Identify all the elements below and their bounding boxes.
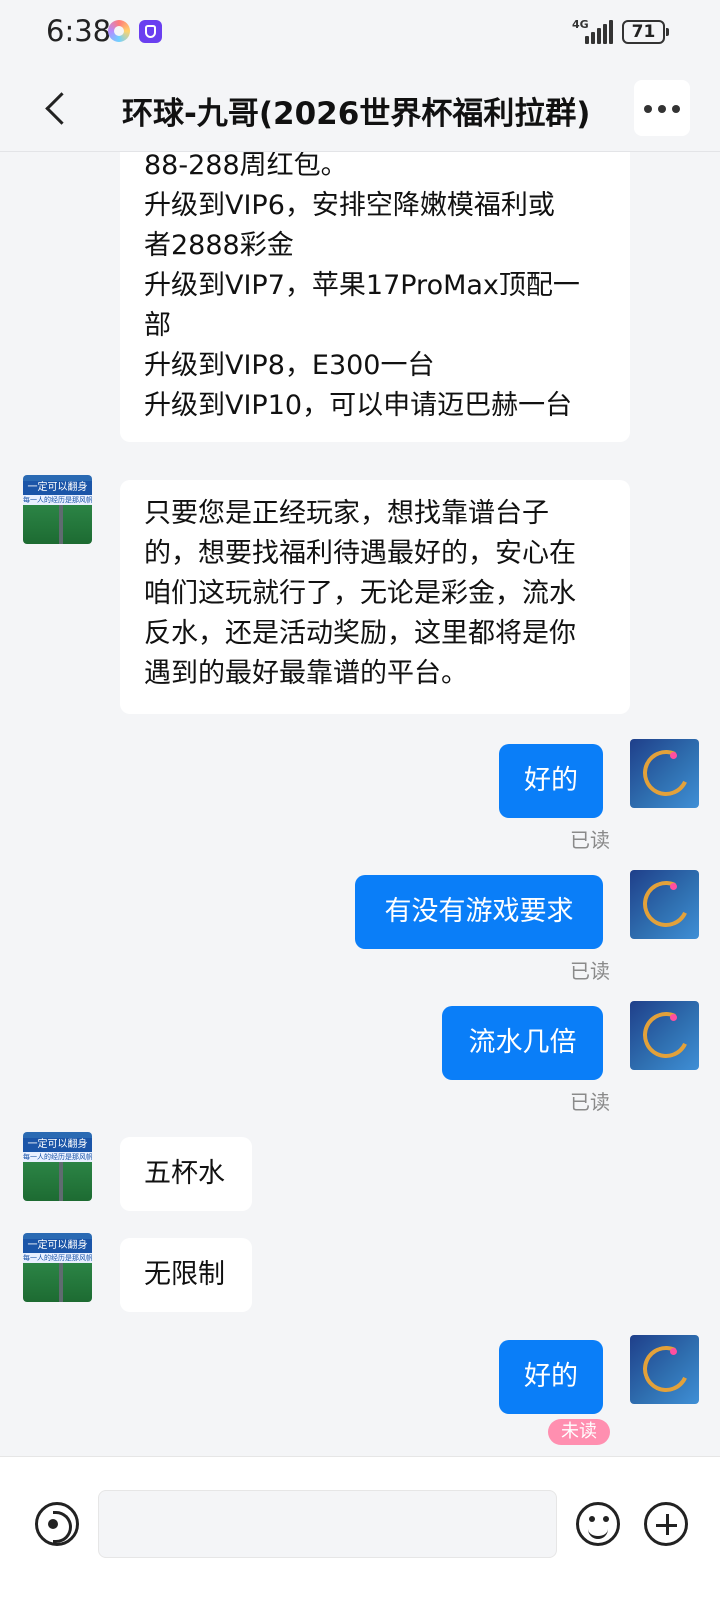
- message-line: 部: [144, 310, 171, 341]
- message-line: 遇到的最好最靠谱的平台。: [144, 658, 468, 689]
- peer-avatar[interactable]: 一定可以翻身 每一人的经历是那风帆: [23, 475, 92, 544]
- peer-avatar[interactable]: 一定可以翻身 每一人的经历是那风帆: [23, 1132, 92, 1201]
- chat-title: 环球-九哥(2026世界杯福利拉群): [122, 96, 591, 132]
- battery-level: 71: [631, 22, 656, 42]
- signal-icon: [585, 20, 613, 44]
- more-dots-icon: [644, 105, 652, 113]
- incoming-message-bubble[interactable]: 五杯水: [120, 1137, 252, 1211]
- read-status: 已读: [570, 959, 610, 983]
- message-line: 者2888彩金: [144, 230, 294, 261]
- read-status: 已读: [570, 1090, 610, 1114]
- message-line: 88-288周红包。: [144, 152, 348, 181]
- my-avatar[interactable]: [630, 739, 699, 808]
- colorful-ring-app-icon: [108, 20, 130, 42]
- incoming-message-bubble[interactable]: 88-288周红包。 升级到VIP6，安排空降嫩模福利或 者2888彩金 升级到…: [120, 152, 630, 442]
- message-line: 咱们这玩就行了，无论是彩金，流水: [144, 578, 576, 609]
- message-line: 升级到VIP7，苹果17ProMax顶配一: [144, 270, 580, 301]
- unread-status-badge: 未读: [548, 1419, 610, 1445]
- message-line: 反水，还是活动奖励，这里都将是你: [144, 618, 576, 649]
- message-list[interactable]: 88-288周红包。 升级到VIP6，安排空降嫩模福利或 者2888彩金 升级到…: [0, 152, 720, 1456]
- voice-icon[interactable]: [35, 1502, 79, 1546]
- outgoing-message-bubble[interactable]: 有没有游戏要求: [355, 875, 603, 949]
- chat-screen: 6:38 4G 71 环球-九哥(2026世界杯福利拉群) 88-288周红包。…: [0, 0, 720, 1600]
- input-bar: [0, 1456, 720, 1600]
- read-status: 已读: [570, 828, 610, 852]
- emoji-icon[interactable]: [576, 1502, 620, 1546]
- avatar-banner-text: 一定可以翻身: [23, 481, 92, 495]
- avatar-sub-text: 每一人的经历是那风帆: [23, 495, 92, 505]
- incoming-message-bubble[interactable]: 只要您是正经玩家，想找靠谱台子 的，想要找福利待遇最好的，安心在 咱们这玩就行了…: [120, 480, 630, 714]
- incoming-message-bubble[interactable]: 无限制: [120, 1238, 252, 1312]
- message-line: 的，想要找福利待遇最好的，安心在: [144, 538, 576, 569]
- outgoing-message-bubble[interactable]: 好的: [499, 1340, 603, 1414]
- peer-avatar[interactable]: 一定可以翻身 每一人的经历是那风帆: [23, 1233, 92, 1302]
- battery-icon: 71: [622, 20, 669, 44]
- message-line: 升级到VIP6，安排空降嫩模福利或: [144, 190, 555, 221]
- message-line: 升级到VIP8，E300一台: [144, 350, 435, 381]
- chat-header: 环球-九哥(2026世界杯福利拉群): [0, 64, 720, 152]
- message-input[interactable]: [98, 1490, 557, 1558]
- status-bar: 6:38 4G 71: [0, 0, 720, 64]
- message-line: 只要您是正经玩家，想找靠谱台子: [144, 498, 549, 529]
- message-line: 升级到VIP10，可以申请迈巴赫一台: [144, 390, 573, 421]
- my-avatar[interactable]: [630, 1001, 699, 1070]
- outgoing-message-bubble[interactable]: 流水几倍: [442, 1006, 603, 1080]
- my-avatar[interactable]: [630, 1335, 699, 1404]
- back-button[interactable]: [34, 84, 82, 132]
- more-button[interactable]: [634, 80, 690, 136]
- plus-icon[interactable]: [644, 1502, 688, 1546]
- status-time: 6:38: [46, 14, 112, 48]
- my-avatar[interactable]: [630, 870, 699, 939]
- outgoing-message-bubble[interactable]: 好的: [499, 744, 603, 818]
- shield-app-icon: [139, 20, 162, 43]
